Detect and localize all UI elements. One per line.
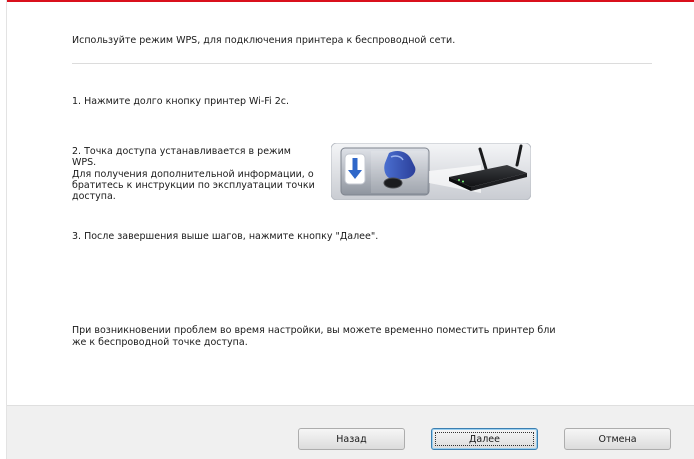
back-button[interactable]: Назад (298, 428, 405, 450)
step2-line: доступа. (72, 191, 116, 202)
step2-line: братитесь к инструкции по эксплуатации т… (72, 179, 315, 191)
button-bar: Назад Далее Отмена (7, 405, 694, 459)
step2-line: 2. Точка доступа устанавливается в режим (72, 146, 291, 157)
cancel-button[interactable]: Отмена (564, 428, 671, 450)
wps-button-closeup (340, 147, 430, 196)
step2-text: 2. Точка доступа устанавливается в режим… (72, 146, 322, 202)
note-line-2: же к беспроводной точке доступа. (72, 337, 248, 348)
step2-line: WPS. (72, 157, 97, 169)
step3-text: 3. После завершения выше шагов, нажмите … (72, 231, 379, 242)
step2-line: Для получения дополнительной информации,… (72, 168, 314, 180)
next-button-label: Далее (468, 433, 500, 445)
wps-illustration (331, 143, 531, 200)
step1-text: 1. Нажмите долго кнопку принтер Wi-Fi 2c… (72, 96, 290, 107)
instruction-text: Используйте режим WPS, для подключения п… (72, 35, 456, 46)
arrow-down-icon (344, 153, 366, 185)
wps-setup-dialog: Используйте режим WPS, для подключения п… (0, 0, 694, 459)
note-line-1: При возникновении проблем во время настр… (72, 325, 556, 336)
divider (72, 63, 652, 64)
next-button[interactable]: Далее (431, 428, 538, 450)
